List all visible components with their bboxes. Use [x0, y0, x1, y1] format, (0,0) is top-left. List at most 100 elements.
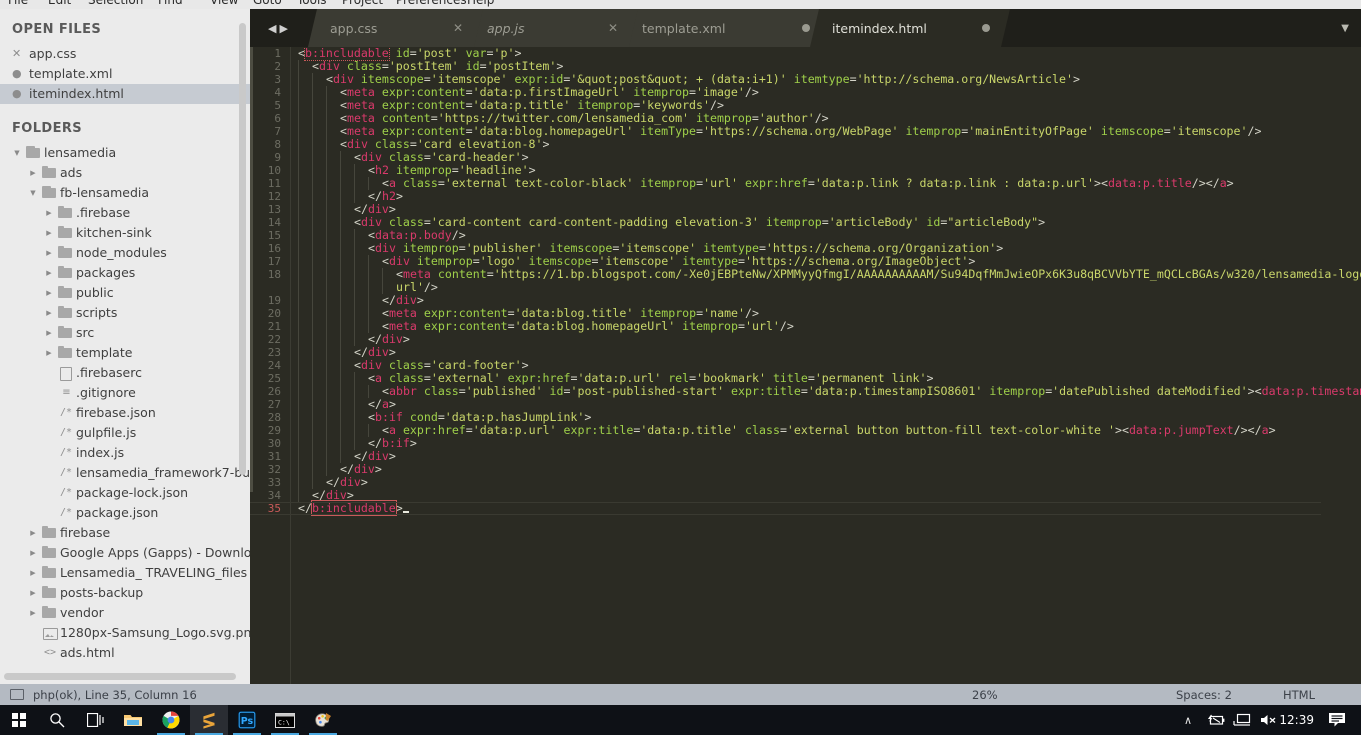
tree-item[interactable]: scripts: [0, 303, 250, 323]
tree-item[interactable]: kitchen-sink: [0, 223, 250, 243]
code-line[interactable]: 22 </div>: [250, 333, 1361, 346]
tree-item[interactable]: /*lensamedia_framework7-build.js: [0, 463, 250, 483]
tree-item[interactable]: .firebaserc: [0, 363, 250, 383]
syntax-mode[interactable]: HTML: [1283, 688, 1315, 702]
code-line[interactable]: 34 </div>: [250, 489, 1361, 502]
menu-item-preferences[interactable]: Preferences: [396, 0, 467, 7]
tree-item[interactable]: posts-backup: [0, 583, 250, 603]
code-line[interactable]: 35 </b:includable>: [250, 500, 1361, 516]
tree-item[interactable]: <> ads.html: [0, 643, 250, 663]
menu-item-view[interactable]: View: [210, 0, 238, 7]
chrome-button[interactable]: [152, 705, 190, 735]
tree-item[interactable]: fb-lensamedia: [0, 183, 250, 203]
chevron-right-icon[interactable]: [26, 543, 40, 563]
search-button[interactable]: [38, 705, 76, 735]
tab-close-icon[interactable]: ✕: [608, 22, 618, 34]
chevron-right-icon[interactable]: [42, 243, 56, 263]
menu-item-help[interactable]: Help: [467, 0, 494, 7]
menu-item-find[interactable]: Find: [158, 0, 183, 7]
tab-overflow-menu-icon[interactable]: ▼: [1341, 9, 1349, 47]
chevron-right-icon[interactable]: [26, 523, 40, 543]
chevron-right-icon[interactable]: [42, 283, 56, 303]
code-editor[interactable]: 1 <b:includable id='post' var='p'> 2 <div c…: [250, 47, 1361, 684]
code-line[interactable]: 33 </div>: [250, 476, 1361, 489]
tree-item[interactable]: src: [0, 323, 250, 343]
tab-template-xml[interactable]: template.xml: [620, 9, 830, 47]
chevron-right-icon[interactable]: [42, 203, 56, 223]
tree-item[interactable]: 1280px-Samsung_Logo.svg.png: [0, 623, 250, 643]
start-button[interactable]: [0, 705, 38, 735]
chevron-right-icon[interactable]: [26, 563, 40, 583]
code-lines[interactable]: 1 <b:includable id='post' var='p'> 2 <div c…: [250, 47, 1361, 516]
chevron-right-icon[interactable]: [42, 303, 56, 323]
chevron-right-icon[interactable]: [42, 343, 56, 363]
command-prompt-button[interactable]: C:\: [266, 705, 304, 735]
tab-nav-arrows[interactable]: ◀ ▶: [258, 9, 298, 47]
tree-item[interactable]: node_modules: [0, 243, 250, 263]
chevron-right-icon[interactable]: [26, 603, 40, 623]
tree-item[interactable]: template: [0, 343, 250, 363]
tab-unsaved-dot-icon[interactable]: [982, 24, 990, 32]
tray-expand-button[interactable]: ∧: [1175, 705, 1201, 735]
tree-item[interactable]: /* index.js: [0, 443, 250, 463]
task-view-button[interactable]: [76, 705, 114, 735]
tab-app-css[interactable]: app.css ✕: [308, 9, 483, 47]
code-line[interactable]: 31 </div>: [250, 450, 1361, 463]
menu-item-selection[interactable]: Selection: [88, 0, 143, 7]
open-file-item[interactable]: ● itemindex.html: [0, 84, 250, 104]
tab-itemindex-html[interactable]: itemindex.html: [810, 9, 1010, 47]
code-line[interactable]: 12 </h2>: [250, 190, 1361, 203]
menu-item-tools[interactable]: Tools: [297, 0, 327, 7]
sidebar-horizontal-scrollbar[interactable]: [4, 673, 236, 680]
chevron-right-icon[interactable]: [26, 583, 40, 603]
sublime-text-button[interactable]: [190, 705, 228, 735]
tree-item[interactable]: .firebase: [0, 203, 250, 223]
tree-item[interactable]: lensamedia: [0, 143, 250, 163]
clock[interactable]: 12:39: [1279, 705, 1314, 735]
indent-setting[interactable]: Spaces: 2: [1176, 688, 1232, 702]
tree-item[interactable]: /* firebase.json: [0, 403, 250, 423]
battery-button[interactable]: [1203, 705, 1229, 735]
sidebar-vertical-scrollbar[interactable]: [239, 23, 246, 475]
volume-button[interactable]: [1255, 705, 1281, 735]
notifications-button[interactable]: [1321, 705, 1353, 735]
tree-item[interactable]: public: [0, 283, 250, 303]
zoom-level[interactable]: 26%: [972, 688, 998, 702]
menu-item-file[interactable]: File: [8, 0, 28, 7]
code-line[interactable]: 32 </div>: [250, 463, 1361, 476]
network-button[interactable]: [1229, 705, 1255, 735]
tab-prev-icon[interactable]: ◀: [268, 22, 276, 35]
tab-unsaved-dot-icon[interactable]: [802, 24, 810, 32]
file-explorer-button[interactable]: [114, 705, 152, 735]
tree-item[interactable]: vendor: [0, 603, 250, 623]
chevron-right-icon[interactable]: [42, 263, 56, 283]
tree-item[interactable]: firebase: [0, 523, 250, 543]
tree-item[interactable]: /* package.json: [0, 503, 250, 523]
chevron-right-icon[interactable]: [42, 223, 56, 243]
tab-close-icon[interactable]: ✕: [453, 22, 463, 34]
chevron-right-icon[interactable]: [42, 323, 56, 343]
code-line[interactable]: 11 <a class='external text-color-black' i…: [250, 177, 1361, 190]
menu-bar[interactable]: File Edit Selection Find View Goto Tools Projec…: [0, 0, 1361, 9]
close-icon[interactable]: ✕: [12, 44, 29, 64]
tree-item[interactable]: Lensamedia_ TRAVELING_files: [0, 563, 250, 583]
photoshop-button[interactable]: Ps: [228, 705, 266, 735]
layout-icon[interactable]: [10, 689, 24, 700]
tree-item[interactable]: packages: [0, 263, 250, 283]
tree-item[interactable]: /* gulpfile.js: [0, 423, 250, 443]
tree-item[interactable]: ads: [0, 163, 250, 183]
tab-next-icon[interactable]: ▶: [280, 22, 288, 35]
tree-item[interactable]: ≡ .gitignore: [0, 383, 250, 403]
menu-item-edit[interactable]: Edit: [48, 0, 71, 7]
menu-item-project[interactable]: Project: [342, 0, 383, 7]
open-file-item[interactable]: ✕ app.css: [0, 44, 250, 64]
tree-item[interactable]: /* package-lock.json: [0, 483, 250, 503]
chevron-down-icon[interactable]: [10, 143, 24, 163]
paint-button[interactable]: [304, 705, 342, 735]
code-line[interactable]: 21 <meta expr:content='data:blog.homepage…: [250, 320, 1361, 333]
tree-item[interactable]: Google Apps (Gapps) - Download: [0, 543, 250, 563]
open-file-item[interactable]: ● template.xml: [0, 64, 250, 84]
tab-app-js[interactable]: app.js ✕: [465, 9, 638, 47]
chevron-down-icon[interactable]: [26, 183, 40, 203]
code-line[interactable]: 30 </b:if>: [250, 437, 1361, 450]
